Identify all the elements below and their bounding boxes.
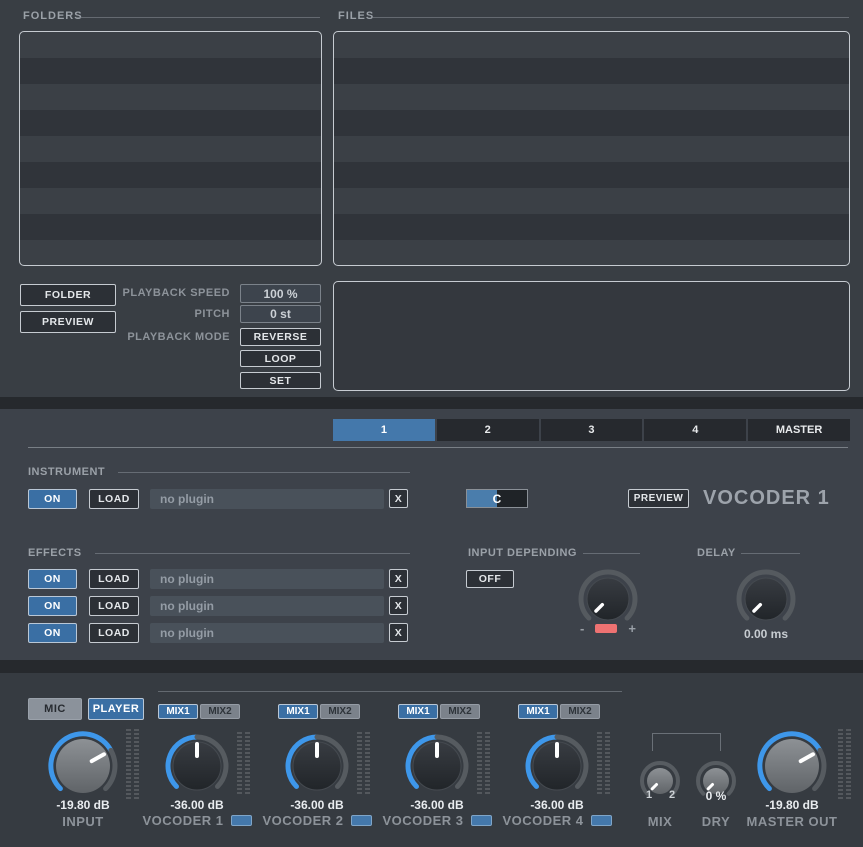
effects-header: EFFECTS <box>28 547 82 559</box>
vocoder2-knob[interactable] <box>282 731 352 801</box>
pitch-label: PITCH <box>194 308 230 320</box>
tab-4[interactable]: 4 <box>644 419 747 441</box>
vocoder3-value: -36.00 dB <box>410 798 464 812</box>
channel-title: VOCODER 1 <box>703 487 830 509</box>
range-marker[interactable] <box>595 623 618 633</box>
key-value: C <box>492 491 502 506</box>
tab-master[interactable]: MASTER <box>748 419 850 441</box>
set-button[interactable]: SET <box>240 372 321 389</box>
tab-2[interactable]: 2 <box>436 419 539 441</box>
effect3-on-button[interactable]: ON <box>28 623 77 643</box>
vocoder1-knob[interactable] <box>162 731 232 801</box>
vocoder4-label: VOCODER 4 <box>502 813 584 828</box>
master-level-meter <box>838 729 851 799</box>
folders-list[interactable] <box>19 31 322 266</box>
delay-header: DELAY <box>697 547 736 559</box>
vocoder1-level-meter <box>237 732 250 796</box>
tab-1[interactable]: 1 <box>333 419 435 441</box>
effect2-load-button[interactable]: LOAD <box>89 596 139 616</box>
vocoder3-level-meter <box>477 732 490 796</box>
input-depending-header: INPUT DEPENDING <box>468 547 577 559</box>
vocoder3-knob[interactable] <box>402 731 472 801</box>
master-out-value: -19.80 dB <box>765 798 819 812</box>
instrument-header: INSTRUMENT <box>28 466 106 478</box>
vocoder4-mix2-button[interactable]: MIX2 <box>560 704 600 719</box>
effects-header-rule <box>95 553 410 554</box>
effect3-clear-button[interactable]: X <box>389 623 408 642</box>
player-button[interactable]: PLAYER <box>88 698 144 720</box>
vocoder2-level-meter <box>357 732 370 796</box>
instrument-clear-button[interactable]: X <box>389 489 408 508</box>
vocoder4-label-row: VOCODER 4 <box>477 813 637 828</box>
vocoder3-mix2-button[interactable]: MIX2 <box>440 704 480 719</box>
input-depending-off-button[interactable]: OFF <box>466 570 514 588</box>
vocoder2-value: -36.00 dB <box>290 798 344 812</box>
divider-band-bottom <box>0 660 863 673</box>
input-knob[interactable] <box>45 728 121 804</box>
master-out-label: MASTER OUT <box>746 814 838 829</box>
effect2-clear-button[interactable]: X <box>389 596 408 615</box>
vocoder3-mix1-button[interactable]: MIX1 <box>398 704 438 719</box>
vocoder1-mix1-button[interactable]: MIX1 <box>158 704 198 719</box>
playback-mode-label: PLAYBACK MODE <box>127 331 230 343</box>
input-depending-range: - + <box>580 620 636 636</box>
vocoder1-value: -36.00 dB <box>170 798 224 812</box>
key-slider[interactable]: C <box>466 489 528 508</box>
loop-button[interactable]: LOOP <box>240 350 321 367</box>
effect1-plugin-field[interactable]: no plugin <box>150 569 384 589</box>
channel-tab-bar: 1 2 3 4 MASTER <box>333 419 850 441</box>
mic-button[interactable]: MIC <box>28 698 82 720</box>
delay-value: 0.00 ms <box>743 627 789 641</box>
vocoder4-mix1-button[interactable]: MIX1 <box>518 704 558 719</box>
effect2-on-button[interactable]: ON <box>28 596 77 616</box>
mix-num1-label: 1 <box>645 789 653 801</box>
reverse-button[interactable]: REVERSE <box>240 328 321 346</box>
instrument-on-button[interactable]: ON <box>28 489 77 509</box>
instrument-plugin-field[interactable]: no plugin <box>150 489 384 509</box>
vocoder3-label: VOCODER 3 <box>382 813 464 828</box>
files-header: FILES <box>338 10 375 22</box>
effect2-plugin-field[interactable]: no plugin <box>150 596 384 616</box>
instrument-load-button[interactable]: LOAD <box>89 489 139 509</box>
tab-underline <box>28 447 848 448</box>
playback-speed-value[interactable]: 100 % <box>240 284 321 303</box>
effect3-plugin-field[interactable]: no plugin <box>150 623 384 643</box>
divider-band-top <box>0 397 863 409</box>
vocoder1-label: VOCODER 1 <box>142 813 224 828</box>
vocoder2-mix2-button[interactable]: MIX2 <box>320 704 360 719</box>
pitch-value[interactable]: 0 st <box>240 305 321 323</box>
mixer-divider <box>158 691 622 692</box>
vocoder-plugin-window: FOLDERS FILES FOLDER PREVIEW PLAYBACK SP… <box>0 0 863 847</box>
delay-header-rule <box>741 553 800 554</box>
effect3-load-button[interactable]: LOAD <box>89 623 139 643</box>
input-level-meter <box>126 729 139 799</box>
vocoder2-label: VOCODER 2 <box>262 813 344 828</box>
folders-header-rule <box>77 17 320 18</box>
input-value: -19.80 dB <box>56 798 110 812</box>
effect1-clear-button[interactable]: X <box>389 569 408 588</box>
waveform-display[interactable] <box>333 281 850 391</box>
delay-knob[interactable] <box>734 567 798 631</box>
playback-speed-label: PLAYBACK SPEED <box>122 287 230 299</box>
effect1-on-button[interactable]: ON <box>28 569 77 589</box>
master-out-knob[interactable] <box>754 728 830 804</box>
input-depending-rule <box>583 553 640 554</box>
folders-header: FOLDERS <box>23 10 83 22</box>
effect1-load-button[interactable]: LOAD <box>89 569 139 589</box>
instrument-preview-button[interactable]: PREVIEW <box>628 489 689 508</box>
vocoder2-mix1-button[interactable]: MIX1 <box>278 704 318 719</box>
minus-label: - <box>580 620 585 636</box>
files-header-rule <box>372 17 849 18</box>
vocoder4-value: -36.00 dB <box>530 798 584 812</box>
plus-label: + <box>628 620 636 636</box>
vocoder4-level-meter <box>597 732 610 796</box>
vocoder1-mix2-button[interactable]: MIX2 <box>200 704 240 719</box>
vocoder4-knob[interactable] <box>522 731 592 801</box>
vocoder4-led[interactable] <box>590 815 612 826</box>
instrument-header-rule <box>118 472 410 473</box>
mix-routing-bracket <box>652 733 721 751</box>
tab-3[interactable]: 3 <box>540 419 643 441</box>
files-list[interactable] <box>333 31 850 266</box>
